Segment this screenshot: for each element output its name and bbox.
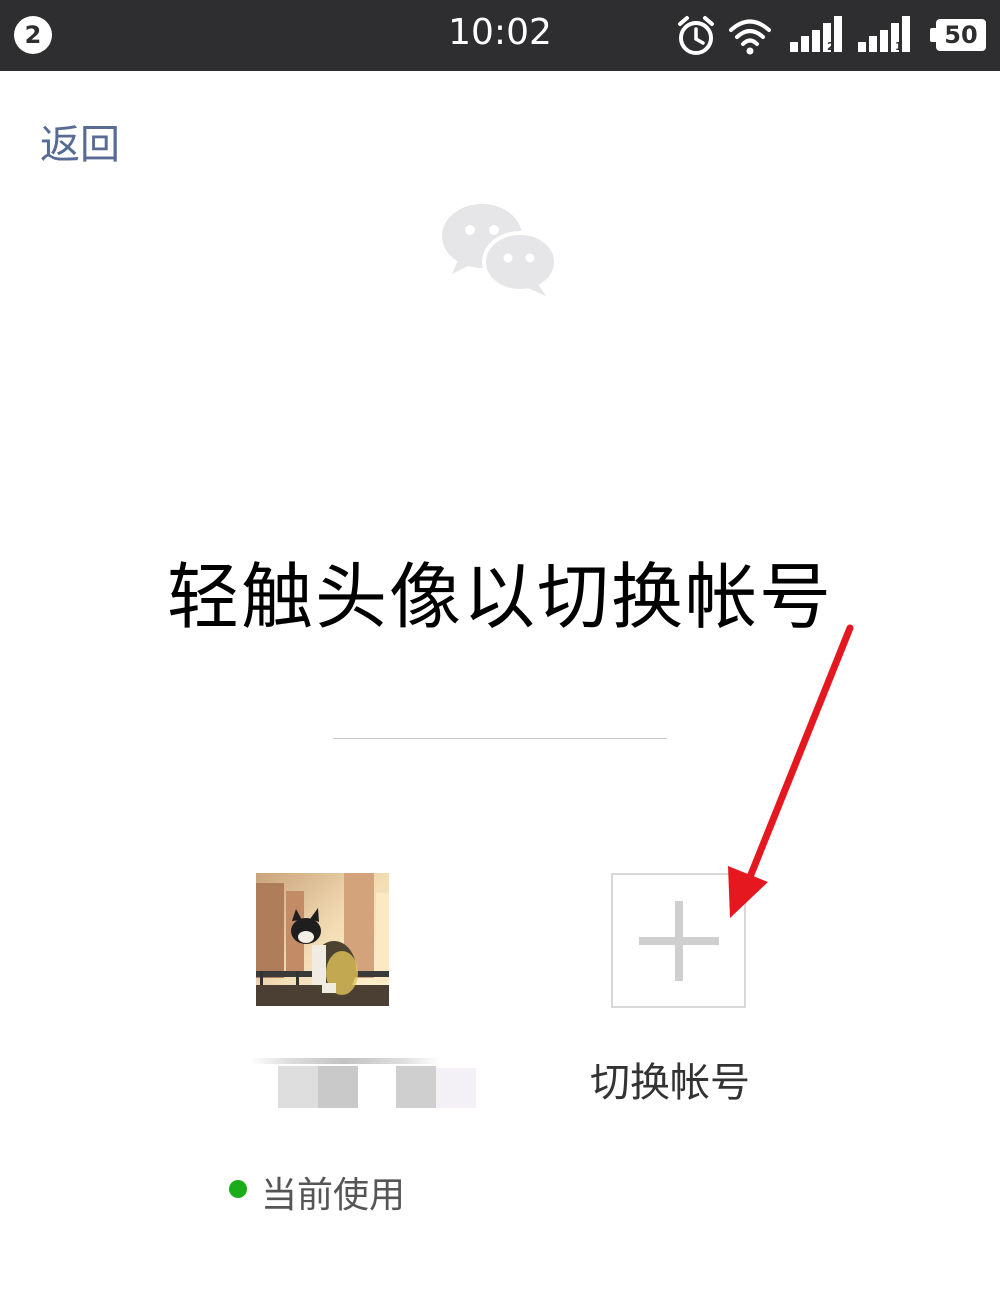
- status-label: 当前使用: [261, 1175, 406, 1216]
- current-account-avatar[interactable]: [256, 873, 389, 1006]
- plus-icon: [639, 901, 719, 981]
- status-bar: 2 10:02 2 1 50: [0, 0, 1000, 71]
- account-id-redacted: [250, 1058, 480, 1110]
- active-status-dot: [229, 1180, 247, 1198]
- signal-sim1-icon: 1: [858, 16, 910, 53]
- divider: [333, 738, 667, 739]
- svg-text:1: 1: [895, 40, 903, 53]
- svg-text:2: 2: [827, 40, 835, 53]
- annotation-arrow-icon: [728, 624, 854, 918]
- battery-icon: 50: [930, 19, 986, 51]
- wifi-icon: [729, 19, 771, 55]
- status-icons: 2 1 50: [676, 14, 986, 58]
- wechat-logo-icon: [442, 204, 558, 296]
- back-button[interactable]: 返回: [40, 112, 120, 170]
- signal-sim2-icon: 2: [790, 16, 842, 53]
- switch-account-label[interactable]: 切换帐号: [590, 1050, 750, 1108]
- avatar-photo: [256, 873, 389, 1006]
- alarm-icon: [678, 16, 714, 55]
